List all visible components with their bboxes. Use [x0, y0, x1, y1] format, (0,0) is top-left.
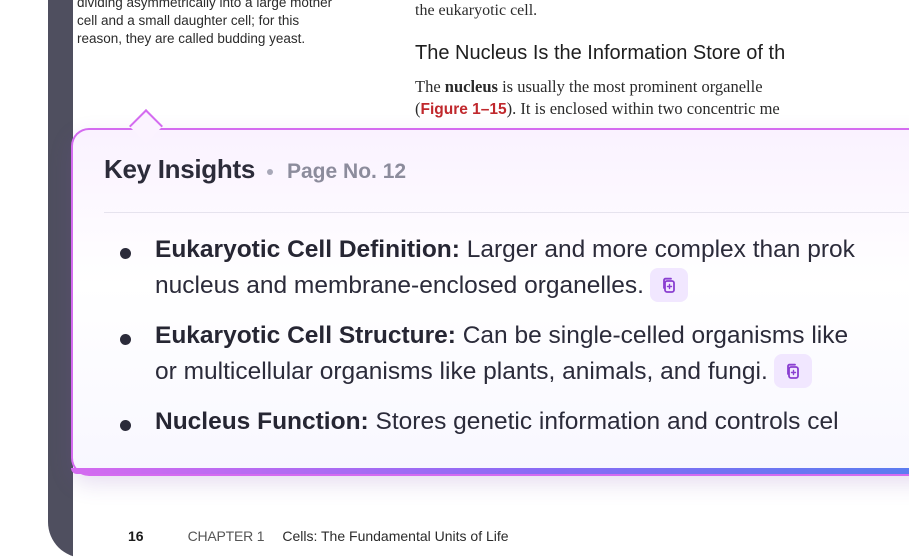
chapter-label: CHAPTER 1: [187, 528, 265, 544]
copy-button[interactable]: [773, 353, 812, 388]
insight-label: Eukaryotic Cell Structure:: [155, 322, 456, 349]
insight-text: nucleus and membrane-enclosed organelles…: [155, 272, 644, 299]
doc-text-line: reason, they are called budding yeast.: [77, 31, 306, 46]
insight-text: or multicellular organisms like plants, …: [155, 358, 768, 385]
page-footer: 16 CHAPTER 1 Cells: The Fundamental Units …: [128, 528, 509, 544]
chapter-title: Cells: The Fundamental Units of Life: [282, 528, 509, 544]
doc-body-line: (Figure 1–15). It is enclosed within two…: [415, 98, 780, 121]
bullet-icon: [120, 248, 131, 259]
bullet-icon: [120, 420, 131, 431]
page-number: 16: [128, 528, 144, 544]
insight-line: or multicellular organisms like plants, …: [155, 353, 909, 390]
insight-item: Eukaryotic Cell Definition: Larger and m…: [118, 232, 909, 304]
insight-text: Larger and more complex than prok: [459, 236, 855, 263]
insight-item: Eukaryotic Cell Structure: Can be single…: [118, 318, 909, 390]
insight-line: Eukaryotic Cell Definition: Larger and m…: [155, 232, 909, 268]
doc-text: ). It is enclosed within two concentric …: [506, 99, 780, 118]
section-heading: The Nucleus Is the Information Store of …: [415, 42, 786, 64]
insight-text: Stores genetic information and controls …: [368, 408, 839, 435]
bullet-icon: [120, 334, 131, 345]
popup-header: Key Insights Page No. 12: [104, 154, 406, 185]
figure-reference-link[interactable]: Figure 1–15: [421, 101, 507, 118]
doc-text-line: cell and a small daughter cell; for this: [77, 13, 300, 28]
insight-label: Eukaryotic Cell Definition:: [155, 236, 460, 263]
doc-bold-term: nucleus: [444, 77, 498, 96]
copy-icon: [663, 277, 675, 293]
doc-text: The: [415, 77, 445, 96]
separator-dot: [267, 168, 273, 175]
doc-text-line: the eukaryotic cell.: [415, 2, 538, 19]
document-left-column: dividing asymmetrically into a large mot…: [77, 0, 377, 48]
doc-body-line: The nucleus is usually the most prominen…: [415, 76, 780, 98]
insight-item: Nucleus Function: Stores genetic informa…: [118, 404, 909, 440]
popup-page-label: Page No. 12: [287, 160, 407, 183]
popup-title: Key Insights: [104, 154, 255, 184]
doc-text: is usually the most prominent organelle: [497, 77, 763, 96]
insight-label: Nucleus Function:: [155, 408, 369, 435]
insights-list: Eukaryotic Cell Definition: Larger and m…: [118, 232, 909, 454]
doc-text-line: dividing asymmetrically into a large mot…: [77, 0, 333, 10]
insight-line: Nucleus Function: Stores genetic informa…: [155, 404, 909, 440]
insight-line: nucleus and membrane-enclosed organelles…: [155, 267, 909, 304]
copy-icon: [786, 363, 799, 379]
insight-text: Can be single-celled organisms like: [455, 322, 849, 349]
copy-button[interactable]: [649, 267, 688, 302]
popup-divider: [104, 212, 909, 213]
popup-accent-bar: [71, 468, 909, 474]
insight-line: Eukaryotic Cell Structure: Can be single…: [155, 318, 909, 354]
document-body: The nucleus is usually the most prominen…: [415, 76, 780, 121]
